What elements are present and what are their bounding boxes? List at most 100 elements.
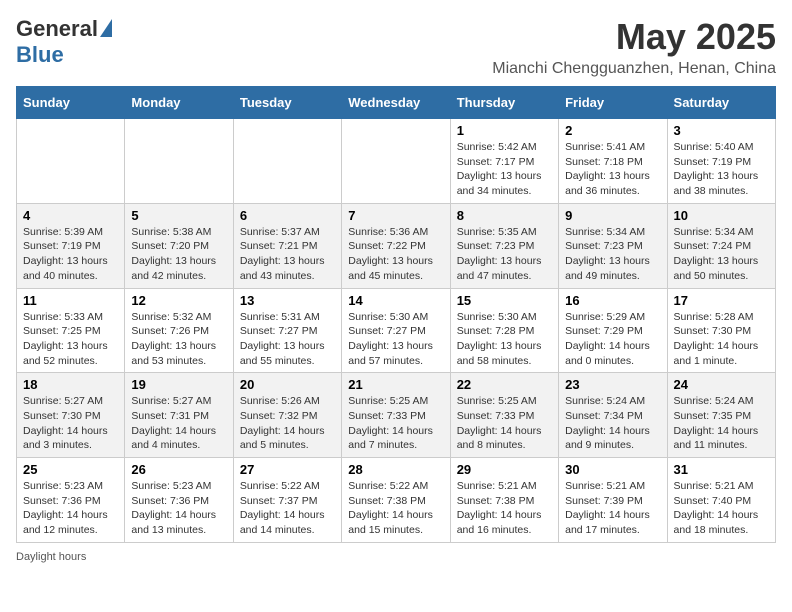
day-info: Sunrise: 5:32 AM Sunset: 7:26 PM Dayligh… (131, 310, 226, 369)
logo: General Blue (16, 16, 112, 68)
calendar-day-cell: 2 Sunrise: 5:41 AM Sunset: 7:18 PM Daylig… (559, 119, 667, 204)
day-number: 6 (240, 208, 335, 223)
day-number: 22 (457, 377, 552, 392)
calendar-day-header: Tuesday (233, 87, 341, 119)
calendar-day-cell: 28 Sunrise: 5:22 AM Sunset: 7:38 PM Dayli… (342, 458, 450, 543)
calendar-day-header: Saturday (667, 87, 775, 119)
calendar-day-cell: 13 Sunrise: 5:31 AM Sunset: 7:27 PM Dayli… (233, 288, 341, 373)
calendar-day-cell: 27 Sunrise: 5:22 AM Sunset: 7:37 PM Dayli… (233, 458, 341, 543)
calendar-day-cell: 29 Sunrise: 5:21 AM Sunset: 7:38 PM Dayli… (450, 458, 558, 543)
day-number: 16 (565, 293, 660, 308)
day-number: 17 (674, 293, 769, 308)
calendar-day-header: Sunday (17, 87, 125, 119)
calendar-day-cell: 21 Sunrise: 5:25 AM Sunset: 7:33 PM Dayli… (342, 373, 450, 458)
day-number: 25 (23, 462, 118, 477)
day-number: 29 (457, 462, 552, 477)
day-number: 31 (674, 462, 769, 477)
calendar-day-header: Monday (125, 87, 233, 119)
day-info: Sunrise: 5:34 AM Sunset: 7:24 PM Dayligh… (674, 225, 769, 284)
calendar-day-cell: 22Sunrise: 5:25 AM Sunset: 7:33 PM Dayli… (450, 373, 558, 458)
day-number: 23 (565, 377, 660, 392)
month-title: May 2025 (492, 16, 776, 58)
day-info: Sunrise: 5:22 AM Sunset: 7:37 PM Dayligh… (240, 479, 335, 538)
day-info: Sunrise: 5:23 AM Sunset: 7:36 PM Dayligh… (23, 479, 118, 538)
day-number: 27 (240, 462, 335, 477)
day-info: Sunrise: 5:21 AM Sunset: 7:39 PM Dayligh… (565, 479, 660, 538)
day-number: 10 (674, 208, 769, 223)
day-info: Sunrise: 5:27 AM Sunset: 7:30 PM Dayligh… (23, 394, 118, 453)
day-info: Sunrise: 5:29 AM Sunset: 7:29 PM Dayligh… (565, 310, 660, 369)
day-number: 30 (565, 462, 660, 477)
logo-blue-text: Blue (16, 42, 64, 68)
day-info: Sunrise: 5:22 AM Sunset: 7:38 PM Dayligh… (348, 479, 443, 538)
calendar-day-cell: 8Sunrise: 5:35 AM Sunset: 7:23 PM Daylig… (450, 203, 558, 288)
calendar-day-cell: 5 Sunrise: 5:38 AM Sunset: 7:20 PM Daylig… (125, 203, 233, 288)
calendar-day-cell: 14Sunrise: 5:30 AM Sunset: 7:27 PM Dayli… (342, 288, 450, 373)
day-number: 2 (565, 123, 660, 138)
day-info: Sunrise: 5:33 AM Sunset: 7:25 PM Dayligh… (23, 310, 118, 369)
day-number: 21 (348, 377, 443, 392)
calendar-day-cell: 6 Sunrise: 5:37 AM Sunset: 7:21 PM Daylig… (233, 203, 341, 288)
location-title: Mianchi Chengguanzhen, Henan, China (492, 60, 776, 78)
day-info: Sunrise: 5:38 AM Sunset: 7:20 PM Dayligh… (131, 225, 226, 284)
calendar-day-cell: 9Sunrise: 5:34 AM Sunset: 7:23 PM Daylig… (559, 203, 667, 288)
day-number: 5 (131, 208, 226, 223)
day-info: Sunrise: 5:24 AM Sunset: 7:35 PM Dayligh… (674, 394, 769, 453)
daylight-hours-label: Daylight hours (16, 551, 86, 563)
calendar-day-cell: 23Sunrise: 5:24 AM Sunset: 7:34 PM Dayli… (559, 373, 667, 458)
day-number: 3 (674, 123, 769, 138)
calendar-day-cell: 26 Sunrise: 5:23 AM Sunset: 7:36 PM Dayli… (125, 458, 233, 543)
day-number: 18 (23, 377, 118, 392)
calendar-week-row: 18 Sunrise: 5:27 AM Sunset: 7:30 PM Dayli… (17, 373, 776, 458)
day-number: 28 (348, 462, 443, 477)
day-info: Sunrise: 5:28 AM Sunset: 7:30 PM Dayligh… (674, 310, 769, 369)
calendar-day-cell (17, 119, 125, 204)
day-number: 7 (348, 208, 443, 223)
calendar-week-row: 4Sunrise: 5:39 AM Sunset: 7:19 PM Daylig… (17, 203, 776, 288)
calendar-day-cell: 18 Sunrise: 5:27 AM Sunset: 7:30 PM Dayli… (17, 373, 125, 458)
day-info: Sunrise: 5:41 AM Sunset: 7:18 PM Dayligh… (565, 140, 660, 199)
calendar-day-cell: 3Sunrise: 5:40 AM Sunset: 7:19 PM Daylig… (667, 119, 775, 204)
day-info: Sunrise: 5:21 AM Sunset: 7:38 PM Dayligh… (457, 479, 552, 538)
calendar-day-cell: 7 Sunrise: 5:36 AM Sunset: 7:22 PM Daylig… (342, 203, 450, 288)
day-info: Sunrise: 5:23 AM Sunset: 7:36 PM Dayligh… (131, 479, 226, 538)
day-info: Sunrise: 5:42 AM Sunset: 7:17 PM Dayligh… (457, 140, 552, 199)
calendar-day-cell: 4Sunrise: 5:39 AM Sunset: 7:19 PM Daylig… (17, 203, 125, 288)
day-info: Sunrise: 5:31 AM Sunset: 7:27 PM Dayligh… (240, 310, 335, 369)
day-info: Sunrise: 5:36 AM Sunset: 7:22 PM Dayligh… (348, 225, 443, 284)
day-info: Sunrise: 5:21 AM Sunset: 7:40 PM Dayligh… (674, 479, 769, 538)
day-info: Sunrise: 5:39 AM Sunset: 7:19 PM Dayligh… (23, 225, 118, 284)
title-section: May 2025 Mianchi Chengguanzhen, Henan, C… (492, 16, 776, 78)
calendar-day-cell: 17 Sunrise: 5:28 AM Sunset: 7:30 PM Dayli… (667, 288, 775, 373)
calendar-day-cell: 1Sunrise: 5:42 AM Sunset: 7:17 PM Daylig… (450, 119, 558, 204)
calendar-day-header: Wednesday (342, 87, 450, 119)
calendar-week-row: 1Sunrise: 5:42 AM Sunset: 7:17 PM Daylig… (17, 119, 776, 204)
calendar-day-header: Thursday (450, 87, 558, 119)
day-number: 12 (131, 293, 226, 308)
calendar-day-cell: 11 Sunrise: 5:33 AM Sunset: 7:25 PM Dayli… (17, 288, 125, 373)
day-number: 15 (457, 293, 552, 308)
calendar-day-cell: 15 Sunrise: 5:30 AM Sunset: 7:28 PM Dayli… (450, 288, 558, 373)
day-number: 26 (131, 462, 226, 477)
day-info: Sunrise: 5:25 AM Sunset: 7:33 PM Dayligh… (348, 394, 443, 453)
calendar-day-cell (342, 119, 450, 204)
day-info: Sunrise: 5:35 AM Sunset: 7:23 PM Dayligh… (457, 225, 552, 284)
day-number: 13 (240, 293, 335, 308)
day-info: Sunrise: 5:30 AM Sunset: 7:28 PM Dayligh… (457, 310, 552, 369)
calendar-day-cell: 16 Sunrise: 5:29 AM Sunset: 7:29 PM Dayli… (559, 288, 667, 373)
day-info: Sunrise: 5:37 AM Sunset: 7:21 PM Dayligh… (240, 225, 335, 284)
calendar-day-cell: 10 Sunrise: 5:34 AM Sunset: 7:24 PM Dayli… (667, 203, 775, 288)
day-number: 11 (23, 293, 118, 308)
calendar-table: SundayMondayTuesdayWednesdayThursdayFrid… (16, 86, 776, 543)
calendar-day-cell: 19Sunrise: 5:27 AM Sunset: 7:31 PM Dayli… (125, 373, 233, 458)
calendar-week-row: 25 Sunrise: 5:23 AM Sunset: 7:36 PM Dayli… (17, 458, 776, 543)
day-info: Sunrise: 5:34 AM Sunset: 7:23 PM Dayligh… (565, 225, 660, 284)
calendar-footer: Daylight hours (16, 551, 776, 563)
daylight-hours-item: Daylight hours (16, 551, 86, 563)
day-info: Sunrise: 5:30 AM Sunset: 7:27 PM Dayligh… (348, 310, 443, 369)
day-number: 19 (131, 377, 226, 392)
calendar-day-cell: 30 Sunrise: 5:21 AM Sunset: 7:39 PM Dayli… (559, 458, 667, 543)
calendar-day-cell: 31 Sunrise: 5:21 AM Sunset: 7:40 PM Dayli… (667, 458, 775, 543)
day-info: Sunrise: 5:26 AM Sunset: 7:32 PM Dayligh… (240, 394, 335, 453)
calendar-day-cell (233, 119, 341, 204)
